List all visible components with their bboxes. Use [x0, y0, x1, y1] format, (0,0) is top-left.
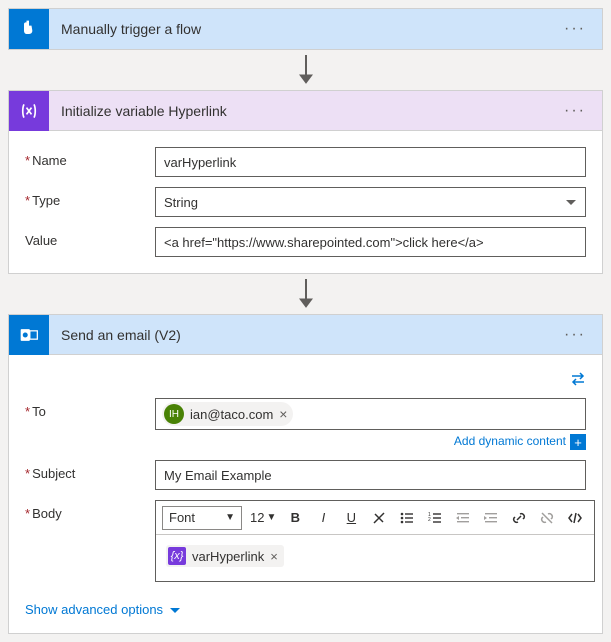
type-label: *Type	[25, 187, 155, 208]
value-label: Value	[25, 227, 155, 248]
font-size-select[interactable]: 12▼	[246, 506, 278, 530]
variable-icon	[9, 91, 49, 131]
value-input[interactable]: <a href="https://www.sharepointed.com">c…	[155, 227, 586, 257]
name-label: *Name	[25, 147, 155, 168]
variable-token[interactable]: {x} varHyperlink ×	[166, 545, 284, 567]
link-button[interactable]	[506, 505, 532, 531]
email-card: Send an email (V2) ··· *To IH ian@taco.c…	[8, 314, 603, 634]
font-select[interactable]: Font▼	[162, 506, 242, 530]
outdent-button[interactable]	[450, 505, 476, 531]
number-list-button[interactable]: 12	[422, 505, 448, 531]
code-view-button[interactable]	[562, 505, 588, 531]
indent-button[interactable]	[478, 505, 504, 531]
trigger-card: Manually trigger a flow ···	[8, 8, 603, 50]
swap-icon[interactable]	[570, 371, 586, 390]
name-input[interactable]: varHyperlink	[155, 147, 586, 177]
editor-toolbar: Font▼ 12▼ B I U 12	[156, 501, 594, 535]
trigger-header[interactable]: Manually trigger a flow ···	[9, 9, 602, 49]
outlook-icon	[9, 315, 49, 355]
bold-button[interactable]: B	[282, 505, 308, 531]
unlink-button[interactable]	[534, 505, 560, 531]
variable-card: Initialize variable Hyperlink ··· *Name …	[8, 90, 603, 274]
remove-recipient-icon[interactable]: ×	[279, 407, 287, 421]
trigger-menu-button[interactable]: ···	[560, 20, 590, 38]
email-title: Send an email (V2)	[49, 327, 560, 343]
bullet-list-button[interactable]	[394, 505, 420, 531]
email-header[interactable]: Send an email (V2) ···	[9, 315, 602, 355]
variable-body: *Name varHyperlink *Type String Value <a…	[9, 131, 602, 273]
italic-button[interactable]: I	[310, 505, 336, 531]
recipient-email: ian@taco.com	[190, 407, 273, 422]
email-body-section: *To IH ian@taco.com × Add dynamic conten…	[9, 355, 602, 633]
variable-menu-button[interactable]: ···	[560, 102, 590, 120]
avatar: IH	[164, 404, 184, 424]
subject-input[interactable]: My Email Example	[155, 460, 586, 490]
subject-label: *Subject	[25, 460, 155, 481]
variable-title: Initialize variable Hyperlink	[49, 103, 560, 119]
show-advanced-options-link[interactable]: Show advanced options	[25, 602, 181, 617]
strike-button[interactable]	[366, 505, 392, 531]
variable-header[interactable]: Initialize variable Hyperlink ···	[9, 91, 602, 131]
to-label: *To	[25, 398, 155, 419]
to-input[interactable]: IH ian@taco.com ×	[155, 398, 586, 430]
recipient-pill[interactable]: IH ian@taco.com ×	[162, 402, 293, 426]
manual-trigger-icon	[9, 9, 49, 49]
add-dynamic-content-button[interactable]: +	[570, 434, 586, 450]
trigger-title: Manually trigger a flow	[49, 21, 560, 37]
underline-button[interactable]: U	[338, 505, 364, 531]
variable-token-icon: {x}	[168, 547, 186, 565]
type-select[interactable]: String	[155, 187, 586, 217]
remove-token-icon[interactable]: ×	[270, 549, 278, 564]
email-menu-button[interactable]: ···	[560, 326, 590, 344]
connector-arrow-1	[8, 50, 603, 90]
svg-text:2: 2	[428, 517, 431, 523]
editor-content[interactable]: {x} varHyperlink ×	[156, 535, 594, 581]
chevron-down-icon	[565, 196, 577, 208]
connector-arrow-2	[8, 274, 603, 314]
chevron-down-icon	[169, 604, 181, 616]
body-label: *Body	[25, 500, 155, 521]
add-dynamic-content-link[interactable]: Add dynamic content	[454, 434, 566, 450]
rich-text-editor: Font▼ 12▼ B I U 12	[155, 500, 595, 582]
